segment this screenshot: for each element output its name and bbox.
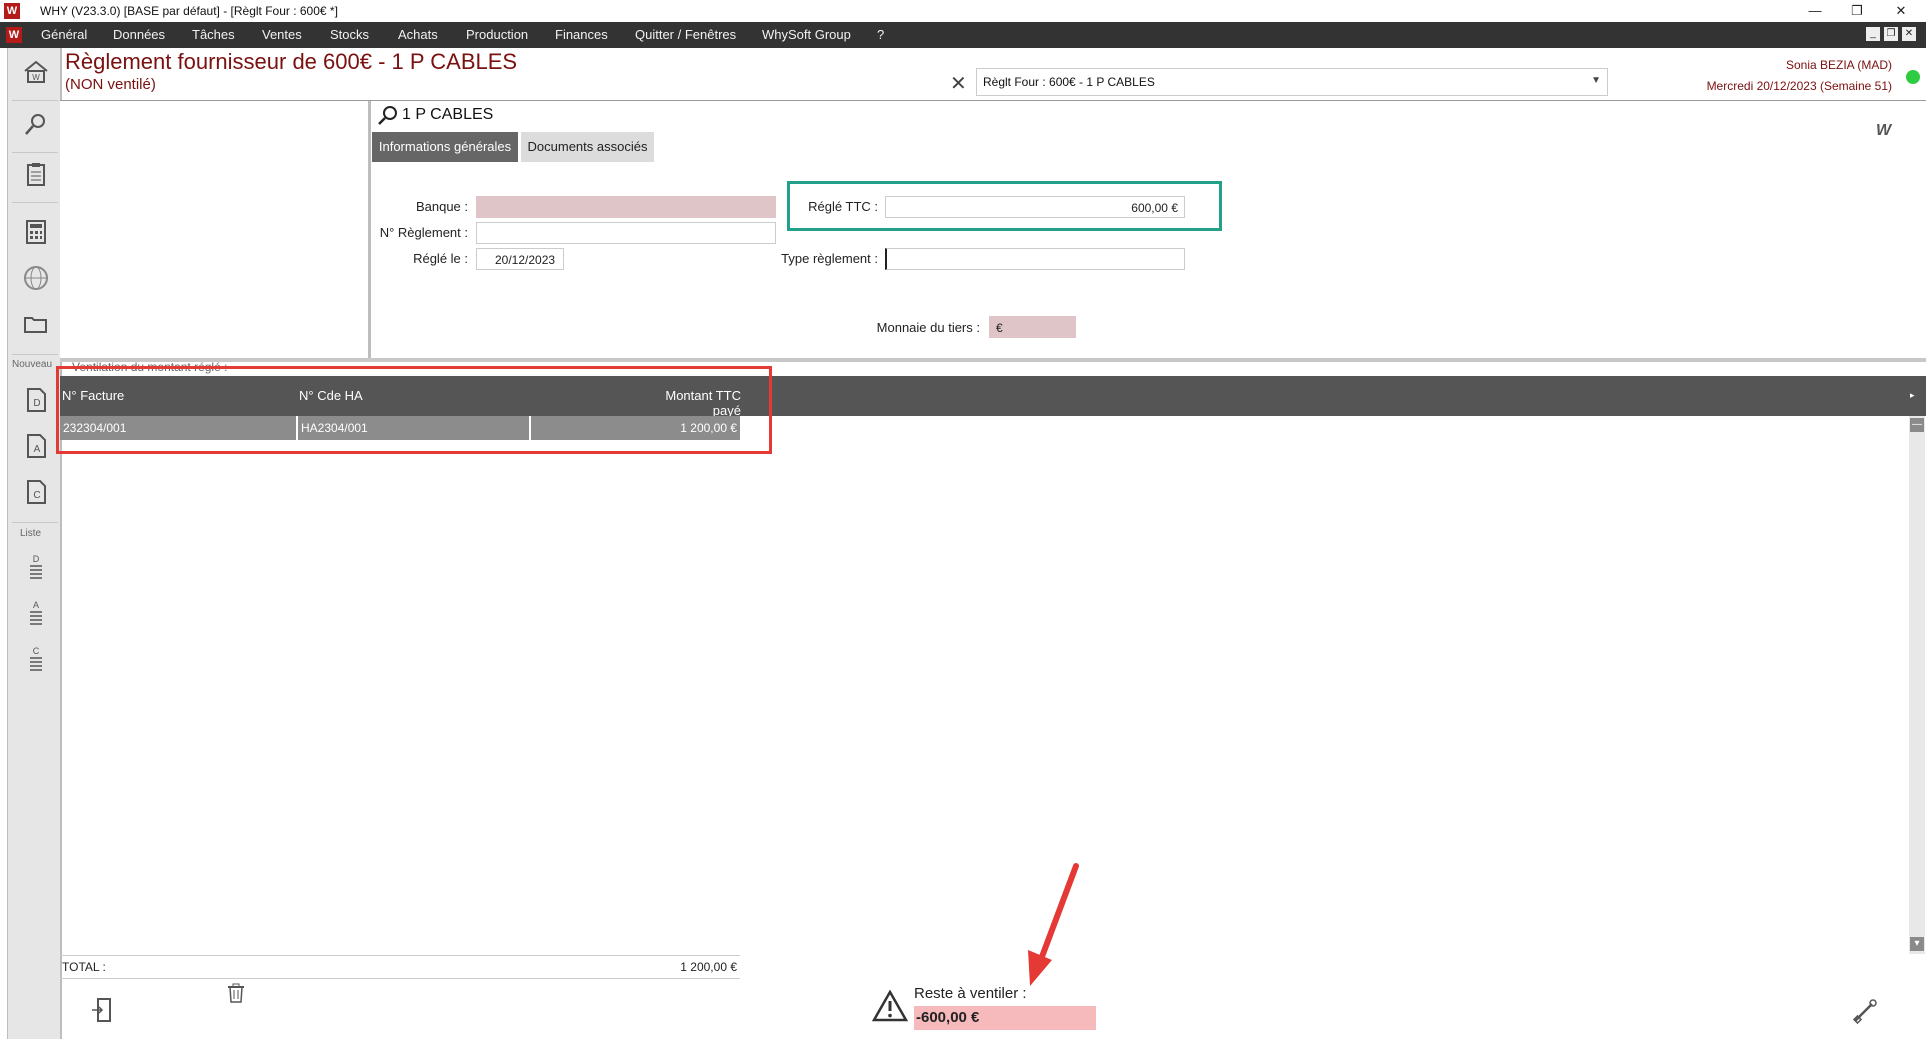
mdi-minimize-button[interactable]: _: [1866, 27, 1880, 41]
scroll-down-button[interactable]: ▾: [1910, 937, 1924, 951]
regle-ttc-field[interactable]: 600,00 €: [885, 196, 1185, 218]
online-status-indicator: [1906, 70, 1920, 84]
menu-bar: W Général Données Tâches Ventes Stocks A…: [0, 22, 1926, 48]
tab-informations-generales[interactable]: Informations générales: [372, 132, 518, 162]
banque-field[interactable]: [476, 196, 776, 218]
banque-label: Banque :: [415, 199, 468, 214]
total-divider-top: [60, 955, 740, 956]
sidebar: W Nouveau D A C Liste D A C: [7, 48, 62, 1039]
mdi-close-button[interactable]: ✕: [1902, 27, 1916, 41]
current-date: Mercredi 20/12/2023 (Semaine 51): [1706, 79, 1892, 93]
total-label: TOTAL :: [62, 960, 106, 974]
supplier-name[interactable]: 1 P CABLES: [402, 106, 493, 124]
app-logo: W: [4, 3, 20, 19]
menu-stocks[interactable]: Stocks: [330, 22, 369, 48]
monnaie-label: Monnaie du tiers :: [876, 320, 980, 335]
chevron-down-icon[interactable]: ▼: [1591, 75, 1601, 86]
search-icon[interactable]: [22, 110, 50, 138]
num-reglement-field[interactable]: [476, 222, 776, 244]
menu-help[interactable]: ?: [877, 22, 884, 48]
close-window-button[interactable]: ✕: [1884, 2, 1918, 20]
list-c-icon[interactable]: C: [22, 644, 50, 672]
type-reglement-label: Type règlement :: [781, 251, 878, 266]
grid-expand-icon[interactable]: ▸: [1910, 390, 1915, 401]
tools-icon[interactable]: [1852, 998, 1878, 1030]
exit-icon[interactable]: [90, 996, 116, 1031]
menu-general[interactable]: Général: [41, 22, 87, 48]
minimize-button[interactable]: —: [1798, 2, 1832, 20]
page-title: Règlement fournisseur de 600€ - 1 P CABL…: [65, 49, 518, 74]
folder-icon[interactable]: [22, 310, 50, 338]
trash-icon[interactable]: [225, 982, 247, 1010]
title-bar: W WHY (V23.3.0) [BASE par défaut] - [Règ…: [0, 0, 1926, 23]
menu-achats[interactable]: Achats: [398, 22, 438, 48]
menu-taches[interactable]: Tâches: [192, 22, 235, 48]
regle-le-field[interactable]: 20/12/2023: [476, 248, 564, 270]
regle-le-label: Réglé le :: [413, 251, 468, 266]
list-d-icon[interactable]: D: [22, 552, 50, 580]
total-value: 1 200,00 €: [680, 960, 737, 974]
menu-ventes[interactable]: Ventes: [262, 22, 302, 48]
calculator-icon[interactable]: [22, 218, 50, 246]
new-a-letter: A: [34, 444, 41, 455]
supplier-search-icon[interactable]: [377, 104, 399, 131]
reste-a-ventiler-value: -600,00 €: [914, 1006, 1096, 1030]
new-document-d-icon[interactable]: D: [22, 386, 50, 414]
num-reglement-label: N° Règlement :: [379, 225, 468, 240]
type-reglement-field[interactable]: [885, 248, 1185, 270]
form-divider: [60, 358, 1926, 362]
scroll-up-button[interactable]: —: [1910, 418, 1924, 432]
menu-finances[interactable]: Finances: [555, 22, 608, 48]
restore-button[interactable]: ❐: [1840, 2, 1874, 20]
liste-label: Liste: [20, 528, 42, 539]
whysoft-logo: W: [1876, 122, 1892, 139]
menu-whysoft-group[interactable]: WhySoft Group: [762, 22, 851, 48]
list-a-letter: A: [33, 600, 39, 610]
window-title: WHY (V23.3.0) [BASE par défaut] - [Règlt…: [40, 4, 338, 18]
document-selector-value: Règlt Four : 600€ - 1 P CABLES: [983, 75, 1155, 89]
reste-a-ventiler-label: Reste à ventiler :: [914, 985, 1027, 1002]
regle-ttc-label: Réglé TTC :: [808, 199, 878, 214]
list-d-letter: D: [33, 554, 40, 564]
new-c-letter: C: [33, 490, 40, 501]
new-d-letter: D: [33, 398, 40, 409]
ventilation-status: (NON ventilé): [65, 76, 156, 93]
user-name: Sonia BEZIA (MAD): [1785, 58, 1892, 72]
home-icon[interactable]: W: [22, 58, 50, 86]
new-document-c-icon[interactable]: C: [22, 478, 50, 506]
menu-logo[interactable]: W: [6, 27, 22, 43]
tab-documents-associes[interactable]: Documents associés: [521, 132, 654, 162]
monnaie-field[interactable]: €: [989, 316, 1076, 338]
menu-production[interactable]: Production: [466, 22, 528, 48]
warning-icon: [871, 989, 909, 1028]
close-document-icon[interactable]: ✕: [950, 71, 967, 96]
list-a-icon[interactable]: A: [22, 598, 50, 626]
menu-donnees[interactable]: Données: [113, 22, 165, 48]
new-document-a-icon[interactable]: A: [22, 432, 50, 460]
annotation-arrow: [1020, 862, 1080, 995]
document-selector[interactable]: Règlt Four : 600€ - 1 P CABLES ▼: [976, 68, 1608, 96]
highlight-grid-row: [56, 366, 772, 454]
left-panel: [60, 101, 371, 358]
menu-quitter-fenetres[interactable]: Quitter / Fenêtres: [635, 22, 736, 48]
nouveau-label: Nouveau: [12, 359, 53, 370]
list-c-letter: C: [33, 646, 40, 656]
svg-text:W: W: [32, 73, 40, 82]
globe-icon[interactable]: [22, 264, 50, 292]
mdi-restore-button[interactable]: ❐: [1884, 27, 1898, 41]
total-divider-bottom: [60, 978, 740, 979]
vertical-scrollbar[interactable]: [1909, 416, 1925, 954]
clipboard-icon[interactable]: [22, 160, 50, 188]
